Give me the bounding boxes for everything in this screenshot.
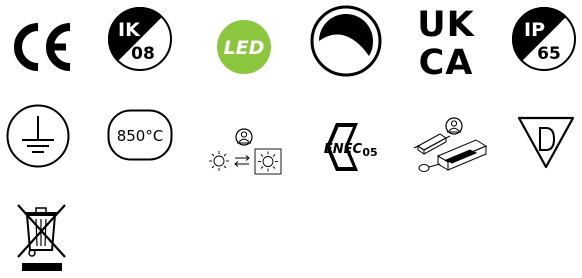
ip-rating: 65 [537,44,561,64]
led-text: LED [224,37,265,59]
ik08-impact-icon: IK 08 [107,6,173,72]
enec05-mark-icon: ENEC 05 [314,119,386,177]
ce-mark-icon [8,18,78,76]
replaceable-control-gear-icon [410,116,490,178]
weee-crossed-bin-icon [14,202,70,274]
ip65-rating-icon: IP 65 [511,6,577,72]
ukca-mark-icon: UK CA [410,5,482,83]
led-icon: LED [216,19,272,75]
enec-logo: ENEC [324,142,363,157]
ukca-line1: UK [417,5,475,45]
ik-label: IK [118,19,141,41]
replaceable-light-source-icon [204,127,284,179]
earth-ground-icon [6,104,70,168]
ik-rating: 08 [131,44,155,64]
ip-label: IP [524,19,545,41]
glow-wire-850c-icon: 850°C [107,109,173,161]
d-mark-icon [516,114,576,170]
temperature-label: 850°C [117,127,164,145]
enec-number: 05 [362,146,377,159]
ukca-line2: CA [419,43,474,83]
dimmable-icon [310,5,382,77]
